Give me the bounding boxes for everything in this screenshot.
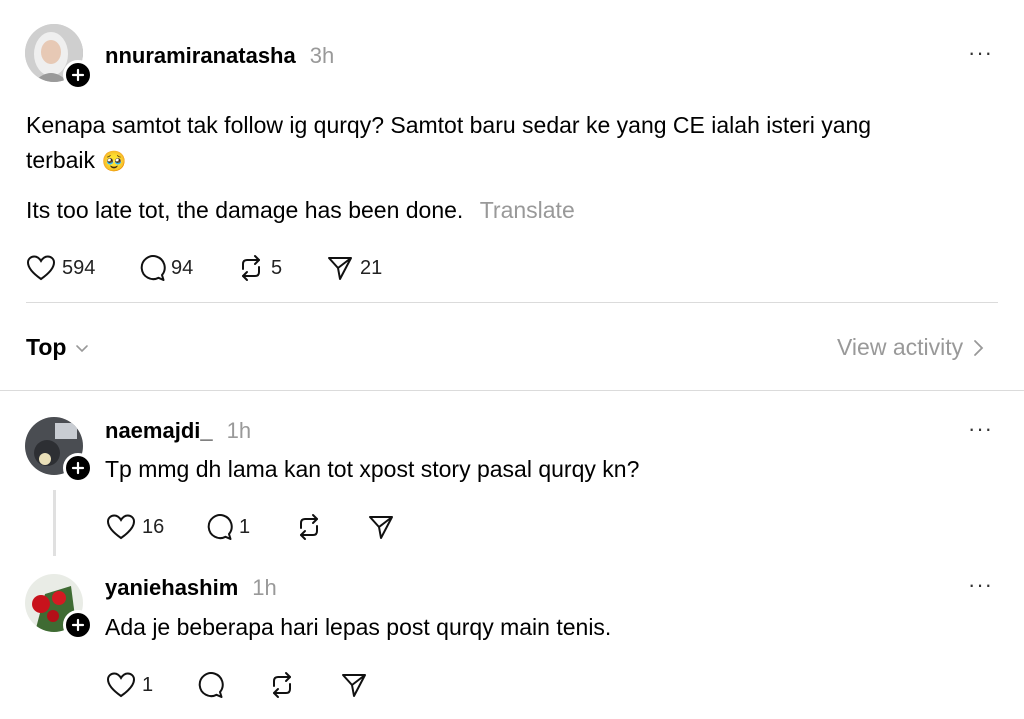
heart-icon bbox=[106, 514, 136, 540]
post-text: Kenapa samtot tak follow ig qurqy? Samto… bbox=[26, 108, 986, 180]
post-text-line2: terbaik bbox=[26, 147, 96, 173]
post-divider bbox=[26, 302, 998, 303]
reply-text: Ada je beberapa hari lepas post qurqy ma… bbox=[105, 614, 612, 640]
reply-username[interactable]: naemajdi_ bbox=[105, 418, 213, 444]
repost-icon bbox=[300, 514, 318, 540]
post-username[interactable]: nnuramiranatasha bbox=[105, 43, 296, 69]
post-text2: Its too late tot, the damage has been do… bbox=[26, 197, 464, 223]
post-text-line1: Kenapa samtot tak follow ig qurqy? Samto… bbox=[26, 112, 872, 138]
heart-icon bbox=[106, 672, 136, 698]
post-text-secondary: Its too late tot, the damage has been do… bbox=[26, 193, 575, 228]
reply-text: Tp mmg dh lama kan tot xpost story pasal… bbox=[105, 456, 640, 482]
like-count: 16 bbox=[142, 515, 165, 538]
send-icon bbox=[328, 257, 352, 280]
send-icon bbox=[369, 516, 393, 539]
repost-button[interactable] bbox=[295, 513, 323, 541]
reply-username[interactable]: yaniehashim bbox=[105, 575, 238, 601]
view-activity-label: View activity bbox=[837, 334, 964, 360]
translate-link[interactable]: Translate bbox=[480, 197, 575, 223]
like-count: 594 bbox=[62, 256, 96, 279]
heart-icon bbox=[26, 255, 56, 281]
share-button[interactable] bbox=[340, 671, 368, 699]
reply-button[interactable]: 1 bbox=[205, 513, 250, 541]
reply-count: 94 bbox=[171, 256, 194, 279]
comment-icon bbox=[198, 672, 224, 698]
sort-dropdown[interactable]: Top bbox=[26, 334, 90, 361]
repost-count: 5 bbox=[271, 256, 283, 279]
reply-more-options-icon[interactable]: ··· bbox=[968, 572, 993, 598]
like-button[interactable]: 1 bbox=[106, 671, 153, 699]
post-more-options-icon[interactable]: ··· bbox=[968, 40, 993, 66]
share-count: 21 bbox=[360, 256, 383, 279]
repost-icon bbox=[273, 672, 291, 698]
reply-timestamp: 1h bbox=[226, 418, 252, 443]
repost-button[interactable]: 5 bbox=[237, 254, 282, 282]
post-emoji: 🥹 bbox=[101, 151, 127, 173]
follow-plus-icon[interactable] bbox=[63, 60, 93, 90]
sort-label: Top bbox=[26, 334, 67, 360]
section-divider bbox=[0, 390, 1024, 391]
share-button[interactable] bbox=[367, 513, 395, 541]
post-timestamp: 3h bbox=[309, 43, 335, 68]
reply-count: 1 bbox=[239, 515, 251, 538]
repost-icon bbox=[242, 255, 260, 281]
reply-button[interactable]: 94 bbox=[138, 254, 193, 282]
like-button[interactable]: 16 bbox=[106, 513, 164, 541]
chevron-right-icon bbox=[974, 339, 984, 356]
follow-plus-icon[interactable] bbox=[63, 453, 93, 483]
like-count: 1 bbox=[142, 673, 154, 696]
chevron-down-icon bbox=[76, 344, 89, 352]
reply-timestamp: 1h bbox=[252, 575, 277, 600]
repost-button[interactable] bbox=[268, 671, 296, 699]
view-activity-link[interactable]: View activity bbox=[837, 334, 985, 361]
comment-icon bbox=[140, 255, 166, 281]
thread-line bbox=[53, 490, 56, 556]
share-button[interactable]: 21 bbox=[326, 254, 382, 282]
comment-icon bbox=[207, 514, 233, 540]
like-button[interactable]: 594 bbox=[26, 254, 95, 282]
reply-more-options-icon[interactable]: ··· bbox=[968, 416, 993, 442]
reply-button[interactable] bbox=[196, 671, 224, 699]
follow-plus-icon[interactable] bbox=[63, 610, 93, 640]
send-icon bbox=[342, 674, 366, 697]
